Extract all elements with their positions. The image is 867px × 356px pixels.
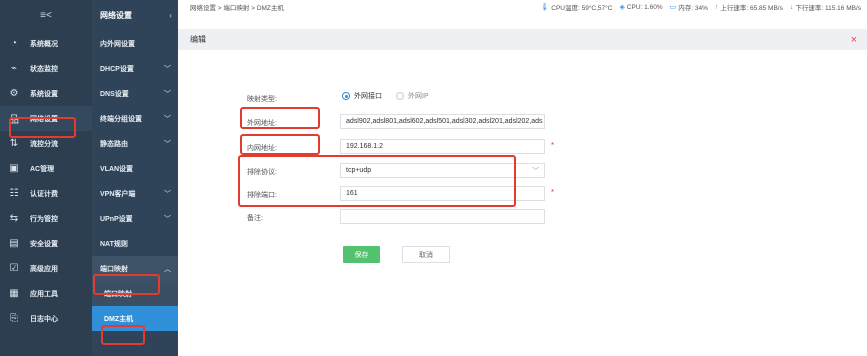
subnav-vlan[interactable]: VLAN设置 [92, 156, 178, 181]
thermometer-icon: 🌡 [540, 4, 550, 11]
sidebar-item-ac-management[interactable]: ▣ AC管理 [0, 156, 92, 181]
sidebar-item-label: 流控分流 [30, 140, 58, 148]
radio-wan-interface[interactable]: 外网接口 [342, 91, 382, 101]
chevron-down-icon: ﹀ [164, 140, 171, 148]
subnav-child-dmz-host[interactable]: DMZ主机 [92, 306, 178, 331]
subnav-terminal-group[interactable]: 终端分组设置 ﹀ [92, 106, 178, 131]
subnav-dhcp[interactable]: DHCP设置 ﹀ [92, 56, 178, 81]
sidebar-item-label: 系统设置 [30, 90, 58, 98]
sidebar-item-logs[interactable]: ⎘ 日志中心 [0, 306, 92, 331]
subnav-vpn-client[interactable]: VPN客户端 ﹀ [92, 181, 178, 206]
sidebar-item-label: 应用工具 [30, 290, 58, 298]
chevron-left-icon[interactable]: ‹ [169, 11, 172, 20]
sidebar-item-label: 行为管控 [30, 215, 58, 223]
network-icon: 品 [9, 115, 19, 126]
sidebar-item-traffic-split[interactable]: ⇅ 流控分流 [0, 131, 92, 156]
cpu-temp: CPU温度: 59°C,57°C [551, 5, 613, 12]
top-status-bar: 网络设置 > 端口映射 > DMZ主机 🌡 CPU温度: 59°C,57°C ◈ C… [178, 0, 867, 14]
required-mark: * [551, 188, 555, 197]
auth-icon: ☷ [9, 188, 19, 199]
chevron-down-icon: ﹀ [532, 167, 539, 175]
sidebar-item-overview[interactable]: ◔ 系统概况 [0, 31, 92, 56]
radio-wan-ip[interactable]: 外网IP [396, 91, 429, 101]
cpu-icon: ◈ [619, 4, 625, 11]
radio-unchecked-icon [396, 92, 404, 100]
advanced-icon: ☑ [9, 263, 19, 274]
chevron-down-icon: ﹀ [164, 215, 171, 223]
upload-icon: ↑ [714, 3, 719, 11]
behavior-icon: ⇆ [9, 213, 19, 224]
lan-address-input[interactable]: 192.168.1.2 [340, 139, 545, 154]
port-label: 排除端口: [247, 192, 277, 199]
main-sidebar: ≡< ◔ 系统概况 ⌁ 状态监控 ⚙ 系统设置 品 网络设置 ⇅ 流控分流 ▣ … [0, 0, 92, 356]
tools-icon: ▦ [9, 288, 19, 299]
required-mark: * [551, 141, 555, 150]
sidebar-item-label: 网络设置 [30, 115, 58, 123]
breadcrumb: 网络设置 > 端口映射 > DMZ主机 [190, 5, 284, 12]
sidebar-item-tools[interactable]: ▦ 应用工具 [0, 281, 92, 306]
protocol-value: tcp+udp [346, 167, 372, 174]
wan-address-label: 外网地址: [247, 120, 277, 127]
sidebar-item-behavior-control[interactable]: ⇆ 行为管控 [0, 206, 92, 231]
monitor-icon: ⌁ [10, 63, 18, 74]
cancel-button[interactable]: 取消 [402, 246, 450, 263]
security-icon: ▤ [9, 238, 19, 249]
dashboard-icon: ◔ [10, 38, 18, 49]
chevron-down-icon: ﹀ [164, 115, 171, 123]
upload-rate: 上行速率: 65.85 MB/s [720, 5, 783, 12]
sidebar-item-auth-billing[interactable]: ☷ 认证计费 [0, 181, 92, 206]
memory-icon: ▭ [669, 4, 677, 11]
sidebar-item-label: 系统概况 [30, 40, 58, 48]
app-window: ≡< ◔ 系统概况 ⌁ 状态监控 ⚙ 系统设置 品 网络设置 ⇅ 流控分流 ▣ … [0, 0, 867, 356]
sidebar-item-label: 日志中心 [30, 315, 58, 323]
download-rate: 下行速率: 115.16 MB/s [795, 5, 861, 12]
chevron-down-icon: ﹀ [164, 190, 171, 198]
download-icon: ↓ [789, 3, 794, 11]
system-stats: 🌡 CPU温度: 59°C,57°C ◈ CPU: 1.60% ▭ 内存: 34% ↑… [540, 2, 861, 13]
close-icon[interactable]: × [851, 34, 857, 46]
sidebar-item-label: 高级应用 [30, 265, 58, 273]
edit-header: 编辑 × [178, 29, 867, 50]
sidebar-item-network-settings[interactable]: 品 网络设置 [0, 106, 92, 131]
sidebar-item-status-monitor[interactable]: ⌁ 状态监控 [0, 56, 92, 81]
gear-icon: ⚙ [9, 88, 19, 99]
remark-input[interactable] [340, 209, 545, 224]
sub-sidebar: 网络设置 ‹ 内外网设置 DHCP设置 ﹀ DNS设置 ﹀ 终端分组设置 ﹀ 静态路由… [92, 0, 178, 356]
remark-label: 备注: [247, 215, 263, 222]
port-input[interactable]: 161 [340, 186, 545, 201]
save-button[interactable]: 保存 [343, 246, 380, 263]
chevron-up-icon: ︿ [164, 265, 171, 273]
sidebar-item-label: 状态监控 [30, 65, 58, 73]
memory-usage: 内存: 34% [678, 5, 708, 12]
subnav-port-mapping[interactable]: 端口映射 ︿ [92, 256, 178, 281]
cpu-usage: CPU: 1.60% [626, 3, 663, 11]
subnav-upnp[interactable]: UPnP设置 ﹀ [92, 206, 178, 231]
log-icon: ⎘ [10, 313, 18, 324]
sidebar-item-security[interactable]: ▤ 安全设置 [0, 231, 92, 256]
subnav-lan-wan[interactable]: 内外网设置 [92, 31, 178, 56]
sidebar-item-advanced[interactable]: ☑ 高级应用 [0, 256, 92, 281]
edit-title: 编辑 [190, 35, 206, 44]
radio-checked-icon [342, 92, 350, 100]
sidebar-item-label: AC管理 [30, 165, 55, 173]
ac-icon: ▣ [9, 163, 19, 174]
sub-sidebar-title: 网络设置 ‹ [100, 11, 172, 20]
chevron-down-icon: ﹀ [164, 65, 171, 73]
mapping-type-radio-group: 外网接口 外网IP [342, 91, 429, 101]
sidebar-collapse-icon[interactable]: ≡< [0, 0, 92, 31]
subnav-dns[interactable]: DNS设置 ﹀ [92, 81, 178, 106]
lan-address-label: 内网地址: [247, 145, 277, 152]
subnav-static-route[interactable]: 静态路由 ﹀ [92, 131, 178, 156]
sidebar-item-label: 认证计费 [30, 190, 58, 198]
subnav-child-port-mapping[interactable]: 端口映射 [92, 281, 178, 306]
sidebar-item-label: 安全设置 [30, 240, 58, 248]
protocol-label: 排除协议: [247, 169, 277, 176]
subnav-nat-rules[interactable]: NAT规则 [92, 231, 178, 256]
chevron-down-icon: ﹀ [164, 90, 171, 98]
wan-address-input[interactable]: adsl902,adsl801,adsl602,adsl501,adsl302,… [340, 114, 545, 129]
traffic-split-icon: ⇅ [9, 138, 19, 149]
sidebar-item-system-settings[interactable]: ⚙ 系统设置 [0, 81, 92, 106]
protocol-select[interactable]: tcp+udp ﹀ [340, 163, 545, 178]
mapping-type-label: 映射类型: [247, 96, 277, 103]
